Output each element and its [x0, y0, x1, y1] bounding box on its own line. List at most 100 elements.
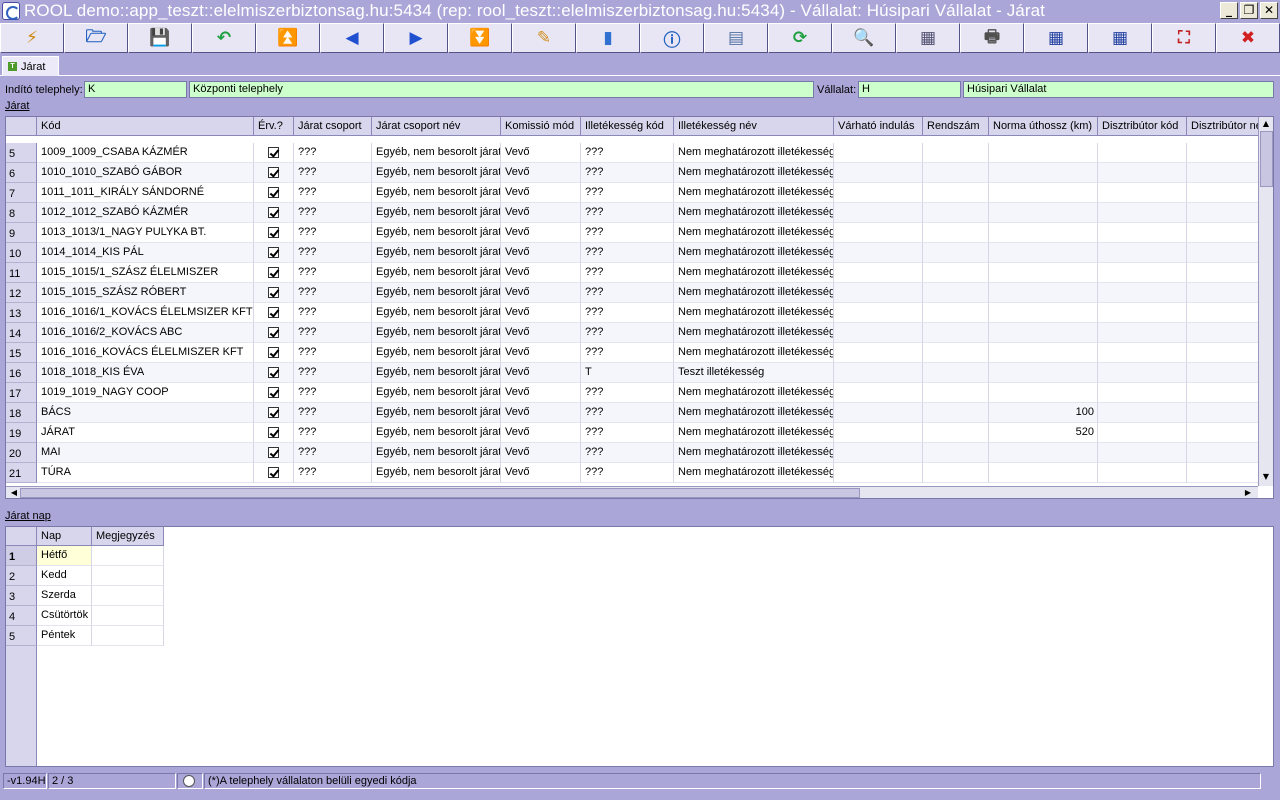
close-window-button[interactable]: ✕ [1260, 2, 1278, 19]
checkbox-checked-icon[interactable] [268, 387, 279, 398]
previous-record-button[interactable]: ◀ [320, 23, 384, 53]
app-icon[interactable] [2, 2, 20, 20]
table-row[interactable]: 12 1015_1015_SZÁSZ RÓBERT??? Egyéb, nem be… [6, 283, 1267, 303]
list-item[interactable]: 5 Péntek [6, 626, 164, 646]
grid-settings-button[interactable]: ▦ [1088, 23, 1152, 53]
jarat-horizontal-scrollbar[interactable]: ◀ ▶ [6, 486, 1258, 498]
valid-cell[interactable] [254, 443, 294, 463]
scroll-down-icon[interactable]: ▼ [1260, 472, 1272, 482]
form-view-button[interactable]: ▤ [704, 23, 768, 53]
valid-cell[interactable] [254, 383, 294, 403]
column-header[interactable]: Érv.? [254, 117, 294, 136]
edit-button[interactable]: ✎ [512, 23, 576, 53]
table-row[interactable]: 13 1016_1016/1_KOVÁCS ÉLELMSIZER KFT??? Eg… [6, 303, 1267, 323]
column-header[interactable]: Rendszám [923, 117, 989, 136]
table-row[interactable]: 7 1011_1011_KIRÁLY SÁNDORNÉ??? Egyéb, nem … [6, 183, 1267, 203]
table-row[interactable]: 18 BÁCS??? Egyéb, nem besorolt járat Vevő??… [6, 403, 1267, 423]
checkbox-checked-icon[interactable] [268, 287, 279, 298]
checkbox-checked-icon[interactable] [268, 467, 279, 478]
table-row[interactable]: 6 1010_1010_SZABÓ GÁBOR??? Egyéb, nem beso… [6, 163, 1267, 183]
vallalat-name-field[interactable]: Húsipari Vállalat [963, 81, 1274, 98]
last-record-button[interactable]: ⏬ [448, 23, 512, 53]
checkbox-checked-icon[interactable] [268, 267, 279, 278]
vallalat-code-field[interactable]: H [858, 81, 961, 98]
valid-cell[interactable] [254, 203, 294, 223]
jarat-hscroll-thumb[interactable] [20, 488, 860, 498]
valid-cell[interactable] [254, 263, 294, 283]
minimize-button[interactable]: _ [1220, 2, 1238, 19]
valid-cell[interactable] [254, 303, 294, 323]
refresh-button[interactable]: ⟳ [768, 23, 832, 53]
column-header[interactable]: Illetékesség név [674, 117, 834, 136]
table-row[interactable]: 15 1016_1016_KOVÁCS ÉLELMISZER KFT??? Egyé… [6, 343, 1267, 363]
checkbox-checked-icon[interactable] [268, 327, 279, 338]
column-header[interactable]: Komissió mód [501, 117, 581, 136]
valid-cell[interactable] [254, 163, 294, 183]
info-button[interactable]: ⓘ [640, 23, 704, 53]
column-header[interactable]: Illetékesség kód [581, 117, 674, 136]
column-header[interactable]: Kód [37, 117, 254, 136]
valid-cell[interactable] [254, 403, 294, 423]
jarat-vscroll-thumb[interactable] [1260, 131, 1273, 187]
checkbox-checked-icon[interactable] [268, 427, 279, 438]
search-button[interactable]: 🔍 [832, 23, 896, 53]
close-button[interactable]: ✖ [1216, 23, 1280, 53]
grid-export-button[interactable]: ▦ [1024, 23, 1088, 53]
open-folder-button[interactable]: 🗁 [64, 23, 128, 53]
undo-button[interactable]: ↶ [192, 23, 256, 53]
valid-cell[interactable] [254, 183, 294, 203]
column-header[interactable]: Várható indulás [834, 117, 923, 136]
valid-cell[interactable] [254, 343, 294, 363]
column-header[interactable]: Norma úthossz (km) [989, 117, 1098, 136]
first-record-button[interactable]: ⏫ [256, 23, 320, 53]
column-header[interactable]: Megjegyzés [92, 527, 164, 546]
tab-jarat[interactable]: T Járat [2, 56, 59, 76]
valid-cell[interactable] [254, 223, 294, 243]
table-row[interactable]: 8 1012_1012_SZABÓ KÁZMÉR??? Egyéb, nem bes… [6, 203, 1267, 223]
table-row[interactable]: 11 1015_1015/1_SZÁSZ ÉLELMISZER??? Egyéb, … [6, 263, 1267, 283]
column-header[interactable]: Nap [37, 527, 92, 546]
fullscreen-button[interactable]: ⛶ [1152, 23, 1216, 53]
next-record-button[interactable]: ▶ [384, 23, 448, 53]
table-row[interactable]: 19 JÁRAT??? Egyéb, nem besorolt járat Vevő?… [6, 423, 1267, 443]
jarat-vertical-scrollbar[interactable]: ▲ ▼ [1258, 117, 1273, 486]
telephely-name-field[interactable]: Központi telephely [189, 81, 814, 98]
list-item[interactable]: 1 Hétfő [6, 546, 164, 566]
checkbox-checked-icon[interactable] [268, 207, 279, 218]
checkbox-checked-icon[interactable] [268, 247, 279, 258]
save-button[interactable]: 💾 [128, 23, 192, 53]
checkbox-checked-icon[interactable] [268, 347, 279, 358]
checkbox-checked-icon[interactable] [268, 407, 279, 418]
valid-cell[interactable] [254, 283, 294, 303]
table-row[interactable]: 14 1016_1016/2_KOVÁCS ABC??? Egyéb, nem be… [6, 323, 1267, 343]
checkbox-checked-icon[interactable] [268, 227, 279, 238]
valid-cell[interactable] [254, 323, 294, 343]
column-header[interactable]: Disztribútor név [1187, 117, 1267, 136]
status-radio-icon[interactable] [183, 775, 195, 787]
column-header[interactable]: Járat csoport [294, 117, 372, 136]
table-row[interactable]: 5 1009_1009_CSABA KÁZMÉR??? Egyéb, nem bes… [6, 143, 1267, 163]
lightning-button[interactable]: ⚡ [0, 23, 64, 53]
valid-cell[interactable] [254, 463, 294, 483]
table-row[interactable]: 20 MAI??? Egyéb, nem besorolt járat Vevő???… [6, 443, 1267, 463]
list-item[interactable]: 4 Csütörtök [6, 606, 164, 626]
column-header[interactable]: Járat csoport név [372, 117, 501, 136]
checkbox-checked-icon[interactable] [268, 187, 279, 198]
column-header[interactable]: Disztribútor kód [1098, 117, 1187, 136]
jarat-section-label[interactable]: Járat [5, 100, 29, 112]
valid-cell[interactable] [254, 423, 294, 443]
scroll-up-icon[interactable]: ▲ [1260, 119, 1272, 129]
print-button[interactable]: 🖶 [960, 23, 1024, 53]
telephely-code-field[interactable]: K [84, 81, 187, 98]
table-row[interactable]: 21 TÚRA??? Egyéb, nem besorolt járat Vevő??… [6, 463, 1267, 483]
checkbox-checked-icon[interactable] [268, 307, 279, 318]
valid-cell[interactable] [254, 243, 294, 263]
list-item[interactable]: 3 Szerda [6, 586, 164, 606]
valid-cell[interactable] [254, 363, 294, 383]
table-row[interactable]: 16 1018_1018_KIS ÉVA??? Egyéb, nem besorol… [6, 363, 1267, 383]
checkbox-checked-icon[interactable] [268, 367, 279, 378]
checkbox-checked-icon[interactable] [268, 167, 279, 178]
jaratnap-section-label[interactable]: Járat nap [5, 510, 51, 522]
valid-cell[interactable] [254, 143, 294, 163]
table-row[interactable]: 10 1014_1014_KIS PÁL??? Egyéb, nem besorol… [6, 243, 1267, 263]
